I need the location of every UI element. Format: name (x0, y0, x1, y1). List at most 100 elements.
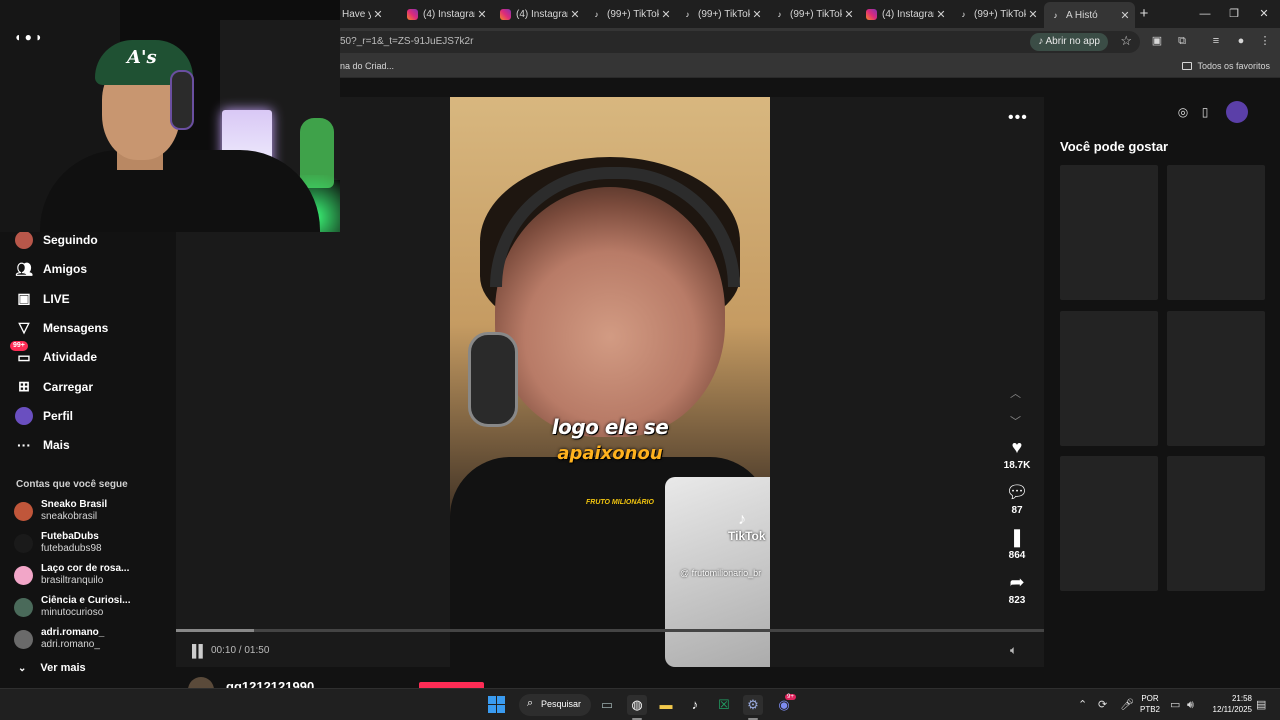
share-icon: ➦ (1009, 572, 1025, 592)
friends-icon: 👥︎ (15, 260, 33, 277)
see-more-button[interactable]: ⌄ Ver mais (18, 662, 86, 674)
tiktok-icon: ♪ (685, 9, 690, 19)
media-controls-icon[interactable]: ≡ (1209, 34, 1223, 48)
taskbar-search[interactable]: ⌕ Pesquisar (519, 694, 591, 716)
start-button[interactable] (487, 695, 507, 715)
account-text: Sneako Brasil sneakobrasil (41, 499, 107, 523)
user-avatar-icon[interactable] (1226, 101, 1248, 123)
sidebar-item-label: Carregar (43, 379, 94, 394)
microphone-icon[interactable]: 🎤︎ (1120, 695, 1134, 715)
playback-time: 00:10 / 01:50 (211, 645, 270, 656)
avatar (14, 533, 33, 553)
network-icon[interactable]: ▭ (1170, 695, 1180, 715)
close-tab-icon[interactable]: ✕ (659, 8, 673, 21)
task-view-icon[interactable]: ▭ (597, 695, 617, 715)
extension-icon[interactable]: ▣ (1150, 34, 1164, 48)
save-button[interactable]: ❚ 864 (996, 527, 1038, 561)
url-text[interactable]: 50?_r=1&_t=ZS-91JuEJS7k2r (340, 36, 473, 47)
file-explorer-icon[interactable]: ▬ (656, 695, 676, 715)
browser-tab[interactable]: ♪ (99+) TikTok ✕ (676, 4, 767, 24)
suggested-video-thumbnail[interactable] (1060, 456, 1158, 591)
pause-icon[interactable]: ▌▌ (192, 644, 207, 658)
followed-account[interactable]: FutebaDubs futebadubs98 (14, 529, 102, 557)
like-count: 18.7K (1003, 460, 1031, 471)
clock[interactable]: 21:58 12/11/2025 (1206, 693, 1252, 715)
all-bookmarks-button[interactable]: Todos os favoritos (1182, 61, 1270, 71)
new-tab-button[interactable]: + (1136, 5, 1152, 23)
close-tab-icon[interactable]: ✕ (371, 8, 385, 21)
tab-title: (4) Instagram (423, 8, 475, 20)
sidebar-item-atividade[interactable]: ▭ 99+ Atividade (10, 341, 97, 368)
share-button[interactable]: ➦ 823 (996, 572, 1038, 606)
close-tab-icon[interactable]: ✕ (750, 8, 764, 21)
discord-badge: 9+ (785, 694, 796, 700)
followed-account[interactable]: adri.romano_ adri.romano_ (14, 625, 104, 653)
profile-icon (14, 406, 34, 426)
notifications-icon[interactable]: ▤ (1256, 695, 1266, 715)
puzzle-icon[interactable]: ⧉ (1175, 34, 1189, 48)
more-options-icon[interactable]: ••• (1008, 109, 1028, 127)
sidebar-item-mais[interactable]: ··· Mais (14, 434, 70, 456)
suggested-video-thumbnail[interactable] (1167, 310, 1265, 446)
speaker-icon[interactable]: 🔊︎ (1187, 695, 1194, 715)
omnibox[interactable]: 50?_r=1&_t=ZS-91JuEJS7k2r ♪ Abrir no app… (330, 31, 1140, 53)
close-tab-icon[interactable]: ✕ (568, 8, 582, 21)
steam-icon[interactable]: ⚙ (743, 695, 763, 715)
sidebar-item-amigos[interactable]: 👥︎ Amigos (14, 258, 87, 280)
suggested-video-thumbnail[interactable] (1060, 165, 1158, 300)
menu-kebab-icon[interactable]: ⋮ (1258, 34, 1272, 48)
suggested-video-thumbnail[interactable] (1167, 456, 1265, 591)
sidebar-item-seguindo[interactable]: Seguindo (14, 229, 98, 251)
like-button[interactable]: ♥ 18.7K (996, 437, 1038, 471)
account-name: Sneako Brasil (41, 499, 108, 510)
webcam-headset (170, 70, 194, 130)
chevron-down-icon[interactable]: ﹀ (1010, 413, 1021, 429)
progress-bar[interactable] (176, 629, 1044, 632)
followed-account[interactable]: Ciência e Curiosi... minutocurioso (14, 593, 130, 621)
browser-tab[interactable]: ♪ A Histó ✕ (1044, 2, 1135, 28)
suggested-video-thumbnail[interactable] (1060, 310, 1158, 446)
browser-tab[interactable]: Have y ✕ (336, 4, 388, 24)
minimize-button[interactable]: — (1195, 5, 1215, 23)
suggested-video-thumbnail[interactable] (1167, 165, 1265, 300)
compass-icon[interactable]: ◎ (1172, 101, 1194, 123)
browser-tab[interactable]: (4) Instagram✕ (401, 4, 492, 24)
sidebar-item-mensagens[interactable]: ▽ Mensagens (14, 317, 109, 339)
browser-tab[interactable]: ♪ (99+) TikTok ✕ (585, 4, 676, 24)
phone-icon[interactable]: ▯ (1194, 101, 1216, 123)
video-caption-line1: logo ele se (551, 415, 669, 439)
excel-icon[interactable]: ☒ (714, 695, 734, 715)
close-tab-icon[interactable]: ✕ (934, 8, 948, 21)
close-tab-icon[interactable]: ✕ (842, 8, 856, 21)
video-frame[interactable]: logo ele se apaixonou FRUTO MILIONÁRIO ♪… (450, 97, 770, 667)
sidebar-item-carregar[interactable]: ⊞ Carregar (14, 376, 93, 398)
suggestions-title: Você pode gostar (1060, 139, 1169, 154)
chevron-up-icon[interactable]: ︿ (1010, 385, 1021, 401)
maximize-button[interactable]: ❐ (1224, 5, 1244, 23)
chrome-icon[interactable]: ◍ (627, 695, 647, 715)
browser-tab[interactable]: ♪ (99+) TikTok ✕ (952, 4, 1043, 24)
bookmark-item[interactable]: na do Criad... (340, 61, 394, 71)
sidebar-item-perfil[interactable]: Perfil (14, 405, 73, 427)
bookmark-star-icon[interactable]: ☆ (1120, 33, 1132, 49)
sync-icon[interactable]: ⟳ (1098, 695, 1107, 715)
browser-tab[interactable]: ♪ (99+) TikTok ✕ (768, 4, 859, 24)
followed-account[interactable]: Laço cor de rosa... brasiltranquilo (14, 561, 129, 589)
volume-icon[interactable]: 🔈︎ (1010, 643, 1017, 658)
browser-tab[interactable]: (4) Instagram✕ (860, 4, 951, 24)
close-tab-icon[interactable]: ✕ (1026, 8, 1040, 21)
tiktok-app-icon[interactable]: ♪ (685, 695, 705, 715)
close-tab-icon[interactable]: ✕ (475, 8, 489, 21)
comment-button[interactable]: 💬︎ 87 (996, 482, 1038, 516)
browser-tab[interactable]: (4) Instagram✕ (494, 4, 585, 24)
sidebar-item-live[interactable]: ▣ LIVE (14, 288, 69, 310)
open-in-app-button[interactable]: ♪ Abrir no app (1030, 33, 1108, 51)
followed-account[interactable]: Sneako Brasil sneakobrasil (14, 497, 107, 525)
close-window-button[interactable]: ✕ (1254, 5, 1274, 23)
tiktok-watermark: TikTok (728, 529, 766, 543)
profile-avatar-icon[interactable]: ● (1234, 34, 1248, 48)
language-indicator[interactable]: POR PTB2 (1140, 693, 1160, 715)
close-tab-icon[interactable]: ✕ (1118, 9, 1132, 22)
account-text: FutebaDubs futebadubs98 (41, 531, 102, 555)
tray-overflow-icon[interactable]: ⌃ (1078, 695, 1087, 715)
